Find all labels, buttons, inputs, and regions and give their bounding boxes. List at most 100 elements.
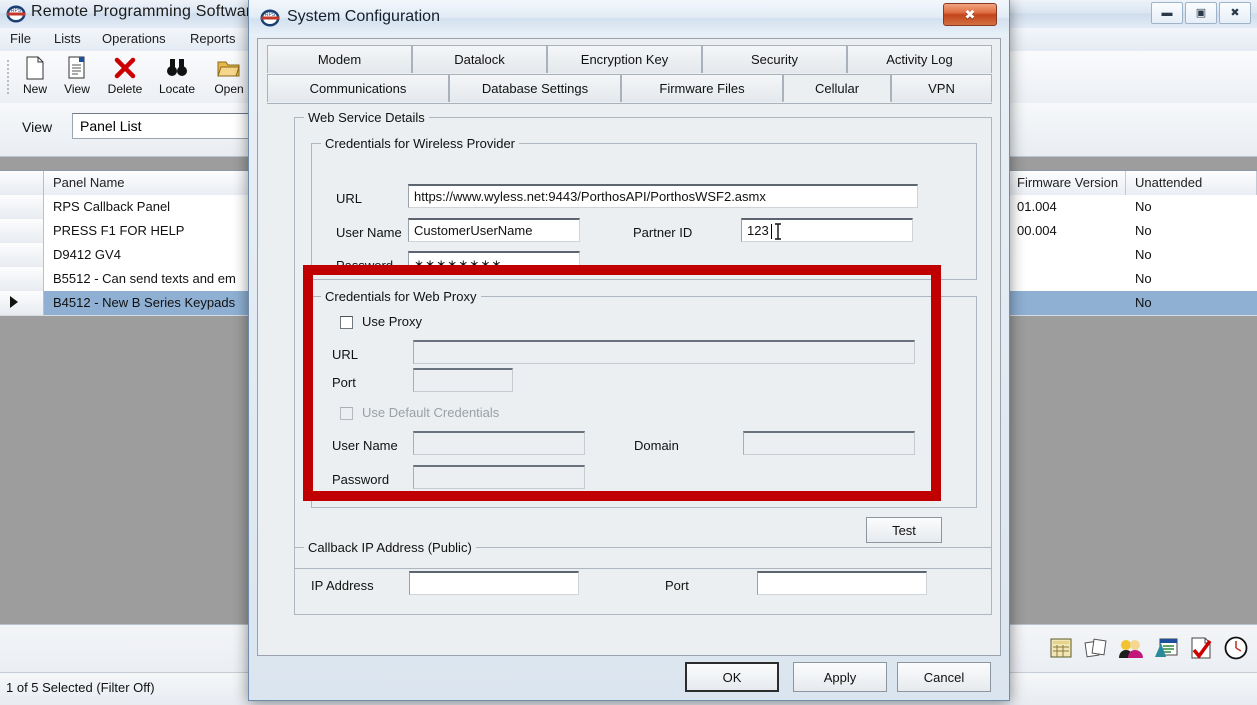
use-proxy-label[interactable]: Use Proxy — [362, 314, 422, 329]
use-default-credentials-label: Use Default Credentials — [362, 405, 500, 420]
toolbar-open-button[interactable]: Open — [206, 55, 252, 101]
callback-port-input[interactable] — [757, 571, 927, 595]
wireless-url-value: https://www.wyless.net:9443/PorthosAPI/P… — [414, 189, 766, 204]
wireless-url-input[interactable]: https://www.wyless.net:9443/PorthosAPI/P… — [408, 184, 918, 208]
documents-icon[interactable] — [1081, 633, 1111, 663]
view-combobox-value: Panel List — [80, 118, 142, 134]
restore-button[interactable]: ▣ — [1185, 2, 1217, 24]
menu-operations[interactable]: Operations — [102, 31, 166, 46]
window-controls: ▬ ▣ ✖ — [1151, 2, 1251, 24]
cancel-button[interactable]: Cancel — [897, 662, 991, 692]
view-document-icon — [54, 55, 100, 81]
row-header[interactable] — [0, 267, 44, 291]
callback-ip-input[interactable] — [409, 571, 579, 595]
dialog-title: System Configuration — [287, 8, 440, 25]
toolbar-new-button[interactable]: New — [12, 55, 58, 101]
wireless-provider-group: Credentials for Wireless Provider URL ht… — [311, 136, 977, 280]
wireless-password-value: ∗∗∗∗∗∗∗∗ — [414, 257, 503, 271]
partner-id-input[interactable]: 123 — [741, 218, 913, 242]
wireless-provider-title: Credentials for Wireless Provider — [321, 136, 520, 151]
proxy-username-input[interactable] — [413, 431, 585, 455]
callback-ip-group: Callback IP Address (Public) IP Address … — [294, 540, 992, 615]
cell-panel-name: B4512 - New B Series Keypads — [53, 295, 236, 310]
row-header[interactable] — [0, 195, 44, 219]
menu-reports[interactable]: Reports — [190, 31, 236, 46]
cell-unattended: No — [1135, 223, 1152, 238]
proxy-url-label: URL — [332, 347, 359, 362]
row-header-selected[interactable] — [0, 291, 44, 315]
tab-security[interactable]: Security — [702, 45, 847, 73]
proxy-port-label: Port — [332, 375, 356, 390]
svg-text:RPS: RPS — [11, 8, 22, 14]
cell-panel-name: D9412 GV4 — [53, 247, 121, 262]
grid-corner-cell — [0, 171, 44, 195]
tab-vpn[interactable]: VPN — [891, 74, 992, 102]
tab-encryption-key[interactable]: Encryption Key — [547, 45, 702, 73]
partner-id-value: 123 — [747, 223, 769, 238]
wireless-username-input[interactable]: CustomerUserName — [408, 218, 580, 242]
close-button[interactable]: ✖ — [1219, 2, 1251, 24]
wireless-username-label: User Name — [336, 225, 402, 240]
cell-unattended: No — [1135, 271, 1152, 286]
system-configuration-dialog: RPS System Configuration ✖ Modem Dataloc… — [248, 0, 1010, 701]
dialog-close-button[interactable]: ✖ — [943, 3, 997, 26]
menu-file[interactable]: File — [10, 31, 31, 46]
use-proxy-checkbox[interactable] — [340, 316, 353, 329]
status-text: 1 of 5 Selected (Filter Off) — [6, 680, 155, 695]
proxy-username-label: User Name — [332, 438, 398, 453]
use-default-credentials-checkbox[interactable] — [340, 407, 353, 420]
new-document-icon — [12, 55, 58, 81]
tab-activity-log[interactable]: Activity Log — [847, 45, 992, 73]
test-button[interactable]: Test — [866, 517, 942, 543]
cell-unattended: No — [1135, 199, 1152, 214]
apply-button[interactable]: Apply — [793, 662, 887, 692]
toolbar-delete-button[interactable]: Delete — [102, 55, 148, 101]
row-header[interactable] — [0, 219, 44, 243]
close-icon: ✖ — [1230, 6, 1240, 19]
toolbar-open-label: Open — [214, 82, 244, 96]
ok-button[interactable]: OK — [685, 662, 779, 692]
svg-text:RPS: RPS — [265, 12, 276, 18]
rps-logo-icon: RPS — [6, 5, 26, 23]
row-header[interactable] — [0, 243, 44, 267]
report-icon[interactable] — [1151, 633, 1181, 663]
proxy-port-input[interactable] — [413, 368, 513, 392]
tab-firmware-files[interactable]: Firmware Files — [621, 74, 783, 102]
toolbar-view-button[interactable]: View — [54, 55, 100, 101]
callback-ip-title: Callback IP Address (Public) — [304, 540, 476, 555]
cell-unattended: No — [1135, 295, 1152, 310]
rps-logo-icon: RPS — [260, 9, 280, 27]
menu-lists[interactable]: Lists — [54, 31, 81, 46]
proxy-password-input[interactable] — [413, 465, 585, 489]
toolbar-locate-button[interactable]: Locate — [154, 55, 200, 101]
web-proxy-title: Credentials for Web Proxy — [321, 289, 481, 304]
column-header-firmware-version[interactable]: Firmware Version — [1008, 171, 1126, 195]
proxy-domain-input[interactable] — [743, 431, 915, 455]
tab-communications[interactable]: Communications — [267, 74, 449, 102]
users-icon[interactable] — [1116, 633, 1146, 663]
dialog-title-bar[interactable]: RPS System Configuration ✖ — [249, 0, 1009, 36]
tab-cellular[interactable]: Cellular — [783, 74, 891, 102]
clock-icon[interactable] — [1221, 633, 1251, 663]
wireless-password-input[interactable]: ∗∗∗∗∗∗∗∗ — [408, 251, 580, 275]
column-header-panel-name[interactable]: Panel Name — [44, 171, 264, 195]
cell-panel-name: PRESS F1 FOR HELP — [53, 223, 185, 238]
tab-strip: Modem Datalock Encryption Key Security A… — [267, 45, 992, 103]
open-folder-icon — [206, 55, 252, 81]
minimize-button[interactable]: ▬ — [1151, 2, 1183, 24]
text-cursor-icon — [775, 223, 781, 240]
proxy-url-input[interactable] — [413, 340, 915, 364]
callback-ip-label: IP Address — [311, 578, 374, 593]
checklist-icon[interactable] — [1186, 633, 1216, 663]
tab-underline — [267, 103, 992, 104]
toolbar-grip[interactable] — [6, 59, 10, 95]
tab-modem[interactable]: Modem — [267, 45, 412, 73]
cell-firmware-version — [1008, 291, 1126, 315]
tab-datalock[interactable]: Datalock — [412, 45, 547, 73]
binoculars-icon — [154, 55, 200, 81]
tab-row-1: Modem Datalock Encryption Key Security A… — [267, 45, 992, 73]
dialog-body: Modem Datalock Encryption Key Security A… — [257, 38, 1001, 656]
column-header-unattended[interactable]: Unattended — [1126, 171, 1257, 195]
calendar-icon[interactable] — [1046, 633, 1076, 663]
tab-database-settings[interactable]: Database Settings — [449, 74, 621, 102]
